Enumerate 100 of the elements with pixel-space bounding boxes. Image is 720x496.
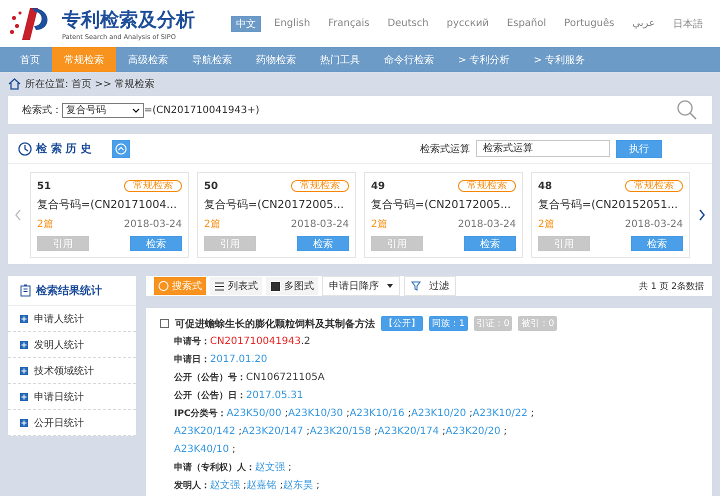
field-label: 申请日：: [174, 355, 210, 365]
view-tab[interactable]: 多图式: [266, 277, 318, 295]
value-link[interactable]: A23K40/10: [174, 444, 229, 455]
filter-button[interactable]: 过滤: [404, 276, 456, 296]
search-button[interactable]: 检索: [631, 236, 683, 251]
value-link[interactable]: 赵东昊: [283, 480, 314, 491]
breadcrumb: 所在位置: 首页 >> 常规检索: [25, 78, 155, 91]
history-date: 2018-03-24: [458, 218, 516, 230]
nav-tab[interactable]: 首页: [8, 47, 52, 72]
value-link[interactable]: A23K20/147: [242, 426, 304, 437]
language-link[interactable]: 日本語: [668, 16, 708, 32]
value-link[interactable]: A23K50/00: [226, 408, 282, 419]
language-link[interactable]: Español: [502, 17, 552, 30]
value-link[interactable]: A23K20/142: [174, 426, 236, 437]
search-button[interactable]: 检索: [464, 236, 516, 251]
language-link[interactable]: русский: [442, 17, 494, 30]
value-link[interactable]: 2017.01.20: [210, 354, 268, 365]
plus-icon: [20, 314, 28, 322]
field-value: CN106721105A: [246, 372, 325, 383]
field-value: ;: [305, 426, 310, 437]
field-value: ;: [284, 408, 288, 419]
plus-icon: [20, 418, 28, 426]
nav-tab[interactable]: 高级检索: [116, 47, 180, 72]
field-value: ;: [468, 408, 473, 419]
value-link[interactable]: A23K10/22: [472, 408, 528, 419]
search-button[interactable]: 检索: [297, 236, 349, 251]
field-label: 申请号：: [174, 337, 210, 347]
plus-icon: [20, 340, 28, 348]
run-button[interactable]: 执行: [616, 140, 662, 158]
field-label: 公开（公告）日：: [174, 391, 246, 401]
value-link[interactable]: 赵文强: [210, 480, 240, 491]
operation-field[interactable]: 检索式运算: [476, 140, 610, 157]
search-label: 检索式：: [22, 104, 62, 117]
sort-dropdown[interactable]: 申请日降序: [322, 276, 400, 296]
search-button[interactable]: 检索: [130, 236, 182, 251]
field-select[interactable]: 复合号码: [62, 102, 144, 118]
history-number: 48: [538, 180, 552, 192]
statistics-title: 检索结果统计: [36, 283, 102, 298]
statistics-item[interactable]: 申请人统计: [8, 306, 136, 332]
statistics-item[interactable]: 发明人统计: [8, 332, 136, 358]
language-link[interactable]: 中文: [231, 16, 262, 32]
history-number: 51: [37, 180, 51, 192]
plus-icon: [20, 366, 28, 374]
statistics-item[interactable]: 公开日统计: [8, 410, 136, 436]
value-link[interactable]: A23K10/20: [411, 408, 466, 419]
result-count: 2篇: [371, 218, 388, 231]
value-link[interactable]: A23K20/20: [446, 426, 500, 437]
language-link[interactable]: English: [269, 17, 316, 30]
nav-tab[interactable]: 热门工具: [308, 47, 372, 72]
patent-title[interactable]: 可促进蟾蜍生长的膨化颗粒饲料及其制备方法: [175, 316, 375, 330]
value-link[interactable]: 赵文强: [255, 462, 285, 473]
operation-label: 检索式运算: [420, 142, 470, 156]
statistics-item[interactable]: 申请日统计: [8, 384, 136, 410]
select-checkbox[interactable]: [160, 319, 169, 328]
history-query: 复合号码=(CN20172005...: [204, 197, 345, 212]
field-value: .2: [300, 336, 310, 347]
history-title: 检 索 历 史: [36, 141, 92, 156]
nav-tab[interactable]: 药物检索: [244, 47, 308, 72]
nav-tab[interactable]: 导航检索: [180, 47, 244, 72]
history-number: 49: [371, 180, 385, 192]
status-badge: 同族：1: [429, 316, 468, 331]
field-value: ;: [237, 426, 242, 437]
caret-icon: [387, 284, 393, 288]
language-link[interactable]: Deutsch: [382, 17, 434, 30]
collapse-button[interactable]: [112, 140, 130, 158]
field-value: ;: [315, 480, 320, 491]
language-link[interactable]: Français: [323, 17, 374, 30]
home-icon[interactable]: [8, 78, 21, 90]
history-date: 2018-03-24: [624, 218, 683, 230]
field-value: ;: [530, 408, 534, 419]
chevron-up-icon: [114, 142, 126, 154]
nav-tab[interactable]: 命令行检索: [372, 47, 446, 72]
field-value: ;: [345, 408, 350, 419]
next-button[interactable]: [698, 209, 706, 221]
value-link[interactable]: 赵嘉铭: [246, 480, 277, 491]
result-count: 2篇: [37, 218, 54, 231]
search-icon[interactable]: [676, 99, 698, 121]
history-number: 50: [204, 180, 218, 192]
filter-icon: [411, 281, 421, 291]
language-link[interactable]: عربي: [627, 17, 660, 30]
view-tab[interactable]: 搜索式: [154, 277, 206, 295]
statistics-item[interactable]: 技术领域统计: [8, 358, 136, 384]
value-link[interactable]: A23K20/174: [378, 426, 439, 437]
view-tab[interactable]: 列表式: [210, 277, 262, 295]
list-icon: [214, 280, 225, 292]
nav-tab[interactable]: > 专利分析: [446, 47, 522, 72]
nav-tab[interactable]: 常规检索: [52, 47, 116, 72]
clipboard-icon: [20, 284, 31, 297]
field-label: 发明人：: [174, 481, 210, 491]
value-link[interactable]: A23K10/16: [350, 408, 405, 419]
field-value: ;: [406, 408, 412, 419]
field-value: ;: [441, 426, 446, 437]
nav-tab[interactable]: > 专利服务: [522, 47, 598, 72]
field-label: 申请（专利权）人：: [174, 463, 255, 473]
value-link[interactable]: A23K10/30: [288, 408, 344, 419]
value-link[interactable]: 2017.05.31: [246, 390, 304, 401]
value-link[interactable]: A23K20/158: [310, 426, 372, 437]
plus-icon: [20, 392, 28, 400]
chevron-left-icon: [14, 209, 22, 221]
language-link[interactable]: Português: [559, 17, 620, 30]
